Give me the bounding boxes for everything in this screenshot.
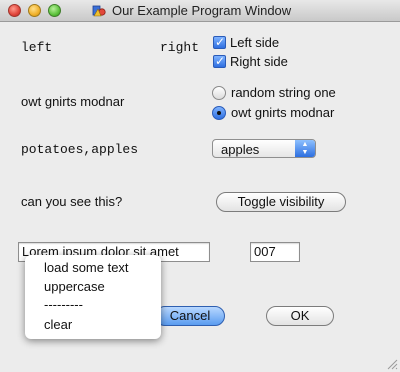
fruit-select[interactable]: apples ▲ ▼ bbox=[212, 139, 316, 158]
right-label: right bbox=[160, 40, 200, 55]
menu-item-load-some-text[interactable]: load some text bbox=[44, 260, 129, 275]
menu-separator: --------- bbox=[44, 297, 83, 312]
right-side-checkbox[interactable]: ✓ bbox=[213, 54, 226, 68]
fruit-select-value: apples bbox=[221, 142, 260, 157]
resize-grip-icon[interactable] bbox=[386, 358, 398, 370]
radio-random-string-one[interactable] bbox=[212, 86, 226, 100]
title-bar[interactable]: Our Example Program Window bbox=[0, 0, 400, 22]
select-arrows-icon: ▲ ▼ bbox=[295, 140, 315, 157]
list-text-label: potatoes,apples bbox=[21, 142, 139, 157]
cancel-button[interactable]: Cancel bbox=[155, 306, 225, 326]
toggle-visibility-button[interactable]: Toggle visibility bbox=[216, 192, 346, 212]
context-menu: load some text uppercase --------- clear bbox=[25, 255, 161, 339]
number-field[interactable]: 007 bbox=[250, 242, 300, 262]
menu-item-clear[interactable]: clear bbox=[44, 317, 72, 332]
radio-owt-gnirts-modnar[interactable] bbox=[212, 106, 226, 120]
radio-random-string-one-label[interactable]: random string one bbox=[231, 85, 336, 100]
left-side-checkbox[interactable]: ✓ bbox=[213, 35, 226, 49]
visibility-question-label: can you see this? bbox=[21, 194, 123, 209]
window-title: Our Example Program Window bbox=[112, 3, 292, 18]
radio-selected-dot bbox=[217, 111, 221, 115]
right-side-checkbox-label[interactable]: Right side bbox=[230, 54, 288, 69]
minimize-window-icon[interactable] bbox=[28, 4, 41, 17]
close-window-icon[interactable] bbox=[8, 4, 21, 17]
menu-item-uppercase[interactable]: uppercase bbox=[44, 279, 105, 294]
ok-button[interactable]: OK bbox=[266, 306, 334, 326]
reversed-string-label: owt gnirts modnar bbox=[21, 94, 125, 109]
app-icon bbox=[92, 5, 106, 17]
checkmark-icon: ✓ bbox=[215, 54, 226, 68]
zoom-window-icon[interactable] bbox=[48, 4, 61, 17]
left-label: left bbox=[21, 40, 53, 55]
left-side-checkbox-label[interactable]: Left side bbox=[230, 35, 279, 50]
checkmark-icon: ✓ bbox=[215, 35, 226, 49]
radio-owt-gnirts-modnar-label[interactable]: owt gnirts modnar bbox=[231, 105, 334, 120]
